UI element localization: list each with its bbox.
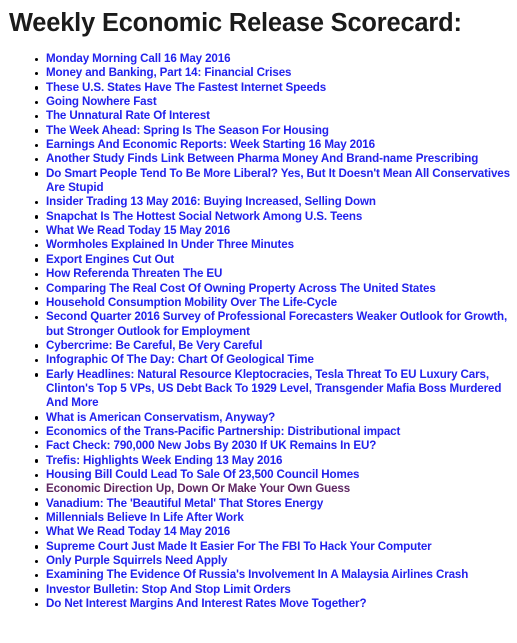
list-item: What is American Conservatism, Anyway? bbox=[0, 411, 517, 425]
article-link[interactable]: Going Nowhere Fast bbox=[46, 95, 157, 108]
article-link[interactable]: Early Headlines: Natural Resource Klepto… bbox=[46, 368, 501, 410]
list-item: Economics of the Trans-Pacific Partnersh… bbox=[0, 425, 517, 439]
list-item: Export Engines Cut Out bbox=[0, 253, 517, 267]
article-link[interactable]: Snapchat Is The Hottest Social Network A… bbox=[46, 210, 362, 223]
article-link[interactable]: Examining The Evidence Of Russia's Invol… bbox=[46, 568, 468, 581]
article-link[interactable]: Investor Bulletin: Stop And Stop Limit O… bbox=[46, 583, 291, 596]
article-link[interactable]: Fact Check: 790,000 New Jobs By 2030 If … bbox=[46, 439, 376, 452]
list-item: Snapchat Is The Hottest Social Network A… bbox=[0, 210, 517, 224]
article-link[interactable]: Wormholes Explained In Under Three Minut… bbox=[46, 238, 294, 251]
article-link[interactable]: What is American Conservatism, Anyway? bbox=[46, 411, 275, 424]
article-link[interactable]: Economic Direction Up, Down Or Make Your… bbox=[46, 482, 350, 495]
list-item: Infographic Of The Day: Chart Of Geologi… bbox=[0, 353, 517, 367]
article-link[interactable]: How Referenda Threaten The EU bbox=[46, 267, 222, 280]
page-title: Weekly Economic Release Scorecard: bbox=[8, 9, 462, 37]
article-link[interactable]: These U.S. States Have The Fastest Inter… bbox=[46, 81, 326, 94]
list-item: Economic Direction Up, Down Or Make Your… bbox=[0, 482, 517, 496]
list-item: Household Consumption Mobility Over The … bbox=[0, 296, 517, 310]
article-link[interactable]: Vanadium: The 'Beautiful Metal' That Sto… bbox=[46, 497, 323, 510]
article-link[interactable]: Housing Bill Could Lead To Sale Of 23,50… bbox=[46, 468, 359, 481]
article-link[interactable]: Do Net Interest Margins And Interest Rat… bbox=[46, 597, 367, 610]
list-item: Housing Bill Could Lead To Sale Of 23,50… bbox=[0, 468, 517, 482]
article-link[interactable]: Earnings And Economic Reports: Week Star… bbox=[46, 138, 375, 151]
list-item: Wormholes Explained In Under Three Minut… bbox=[0, 238, 517, 252]
article-link[interactable]: Supreme Court Just Made It Easier For Th… bbox=[46, 540, 432, 553]
list-item: Fact Check: 790,000 New Jobs By 2030 If … bbox=[0, 439, 517, 453]
list-item: Supreme Court Just Made It Easier For Th… bbox=[0, 540, 517, 554]
article-link[interactable]: Trefis: Highlights Week Ending 13 May 20… bbox=[46, 454, 282, 467]
list-item: Only Purple Squirrels Need Apply bbox=[0, 554, 517, 568]
document-page: Weekly Economic Release Scorecard: Monda… bbox=[0, 0, 517, 643]
list-item: Another Study Finds Link Between Pharma … bbox=[0, 152, 517, 166]
article-link[interactable]: Insider Trading 13 May 2016: Buying Incr… bbox=[46, 195, 376, 208]
list-item: Examining The Evidence Of Russia's Invol… bbox=[0, 568, 517, 582]
list-item: Second Quarter 2016 Survey of Profession… bbox=[0, 310, 517, 339]
article-link[interactable]: The Week Ahead: Spring Is The Season For… bbox=[46, 124, 329, 137]
list-item: Investor Bulletin: Stop And Stop Limit O… bbox=[0, 583, 517, 597]
list-item: Going Nowhere Fast bbox=[0, 95, 517, 109]
article-link[interactable]: Household Consumption Mobility Over The … bbox=[46, 296, 337, 309]
list-item: The Unnatural Rate Of Interest bbox=[0, 109, 517, 123]
list-item: How Referenda Threaten The EU bbox=[0, 267, 517, 281]
article-link[interactable]: Monday Morning Call 16 May 2016 bbox=[46, 52, 231, 65]
article-link[interactable]: Cybercrime: Be Careful, Be Very Careful bbox=[46, 339, 262, 352]
article-link[interactable]: Comparing The Real Cost Of Owning Proper… bbox=[46, 282, 436, 295]
article-link[interactable]: Second Quarter 2016 Survey of Profession… bbox=[46, 310, 507, 337]
list-item: Comparing The Real Cost Of Owning Proper… bbox=[0, 282, 517, 296]
article-link-list: Monday Morning Call 16 May 2016 Money and… bbox=[0, 52, 517, 611]
article-link[interactable]: Economics of the Trans-Pacific Partnersh… bbox=[46, 425, 400, 438]
list-item: Money and Banking, Part 14: Financial Cr… bbox=[0, 66, 517, 80]
article-link[interactable]: Money and Banking, Part 14: Financial Cr… bbox=[46, 66, 291, 79]
list-item: Monday Morning Call 16 May 2016 bbox=[0, 52, 517, 66]
article-link[interactable]: Only Purple Squirrels Need Apply bbox=[46, 554, 227, 567]
list-item: Earnings And Economic Reports: Week Star… bbox=[0, 138, 517, 152]
article-link[interactable]: Another Study Finds Link Between Pharma … bbox=[46, 152, 478, 165]
article-link[interactable]: Do Smart People Tend To Be More Liberal?… bbox=[46, 167, 510, 194]
list-item: What We Read Today 15 May 2016 bbox=[0, 224, 517, 238]
list-item: Do Net Interest Margins And Interest Rat… bbox=[0, 597, 517, 611]
list-item: Early Headlines: Natural Resource Klepto… bbox=[0, 368, 517, 411]
list-item: Trefis: Highlights Week Ending 13 May 20… bbox=[0, 454, 517, 468]
article-link[interactable]: The Unnatural Rate Of Interest bbox=[46, 109, 210, 122]
list-item: Vanadium: The 'Beautiful Metal' That Sto… bbox=[0, 497, 517, 511]
list-item: Millennials Believe In Life After Work bbox=[0, 511, 517, 525]
article-link[interactable]: What We Read Today 14 May 2016 bbox=[46, 525, 230, 538]
list-item: Insider Trading 13 May 2016: Buying Incr… bbox=[0, 195, 517, 209]
list-item: These U.S. States Have The Fastest Inter… bbox=[0, 81, 517, 95]
list-item: Do Smart People Tend To Be More Liberal?… bbox=[0, 167, 517, 196]
list-item: The Week Ahead: Spring Is The Season For… bbox=[0, 124, 517, 138]
article-link[interactable]: What We Read Today 15 May 2016 bbox=[46, 224, 230, 237]
list-item: What We Read Today 14 May 2016 bbox=[0, 525, 517, 539]
list-item: Cybercrime: Be Careful, Be Very Careful bbox=[0, 339, 517, 353]
article-link[interactable]: Export Engines Cut Out bbox=[46, 253, 174, 266]
article-link[interactable]: Millennials Believe In Life After Work bbox=[46, 511, 244, 524]
article-link[interactable]: Infographic Of The Day: Chart Of Geologi… bbox=[46, 353, 314, 366]
